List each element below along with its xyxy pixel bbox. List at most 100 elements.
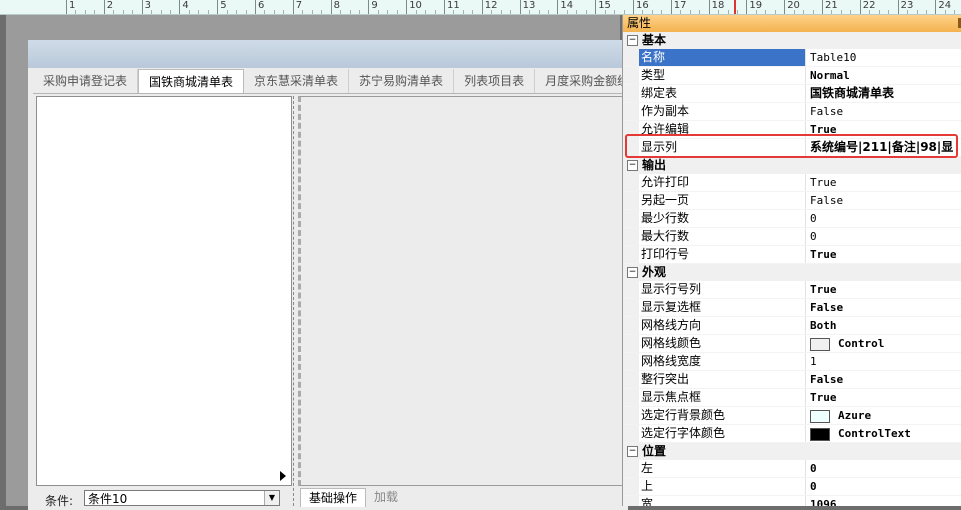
ruler-minor-tick [689, 10, 691, 14]
property-list: − 基本 名称 Table10 类型 Normal 绑定表 国铁商城清单表 作为副本 False 允… [623, 32, 961, 506]
tab-4[interactable]: 列表项目表 [454, 69, 536, 93]
row-gutter [623, 281, 639, 298]
property-row[interactable]: 最大行数 0 [623, 228, 961, 246]
category-header[interactable]: − 基本 [623, 32, 961, 49]
property-value-text: False [810, 373, 844, 386]
property-row[interactable]: 显示复选框 False [623, 299, 961, 317]
property-row[interactable]: 选定行背景颜色 Azure [623, 407, 961, 425]
property-row[interactable]: 网格线颜色 Control [623, 335, 961, 353]
property-value[interactable]: True [806, 281, 961, 298]
ruler-tick [670, 0, 672, 14]
property-value[interactable]: 1 [806, 353, 961, 370]
property-row[interactable]: 显示列 系统编号|211|备注|98|显 [623, 139, 961, 157]
ruler-tick [935, 0, 937, 14]
row-gutter [623, 299, 639, 316]
property-row[interactable]: 左0 [623, 460, 961, 478]
ruler-minor-tick [245, 10, 247, 14]
collapse-icon[interactable]: − [627, 35, 638, 46]
right-content-panel[interactable] [298, 96, 626, 486]
property-value[interactable]: False [806, 103, 961, 120]
property-value-text: True [810, 283, 837, 296]
ruler-minor-tick [453, 10, 455, 14]
ruler-minor-tick [113, 10, 115, 14]
tab-load[interactable]: 加载 [366, 488, 406, 506]
row-gutter [623, 335, 639, 352]
property-value[interactable]: False [806, 371, 961, 388]
property-value[interactable]: Azure [806, 407, 961, 424]
ruler-minor-tick [264, 10, 266, 14]
property-row[interactable]: 类型 Normal [623, 67, 961, 85]
property-value[interactable]: 系统编号|211|备注|98|显 [806, 139, 961, 156]
property-row[interactable]: 允许打印 True [623, 174, 961, 192]
tab-0[interactable]: 采购申请登记表 [33, 69, 139, 93]
property-value[interactable]: ControlText [806, 425, 961, 442]
row-gutter [623, 174, 639, 191]
tab-1[interactable]: 国铁商城清单表 [138, 69, 245, 94]
property-row[interactable]: 选定行字体颜色 ControlText [623, 425, 961, 443]
property-row[interactable]: 显示行号列 True [623, 281, 961, 299]
property-value[interactable]: 0 [806, 228, 961, 245]
ruler-minor-tick [349, 10, 351, 14]
tab-basic-ops[interactable]: 基础操作 [300, 488, 367, 507]
property-value-text: 0 [810, 480, 817, 493]
collapse-icon[interactable]: − [627, 446, 638, 457]
row-gutter [623, 228, 639, 245]
scroll-right-icon[interactable] [280, 471, 286, 481]
collapse-icon[interactable]: − [627, 267, 638, 278]
category-header[interactable]: − 输出 [623, 157, 961, 174]
property-name: 显示复选框 [639, 299, 806, 316]
ruler-minor-tick [472, 10, 474, 14]
property-row[interactable]: 另起一页 False [623, 192, 961, 210]
property-row[interactable]: 作为副本 False [623, 103, 961, 121]
property-value[interactable]: 0 [806, 460, 961, 477]
chevron-down-icon[interactable]: ▼ [264, 491, 279, 505]
property-row[interactable]: 网格线宽度 1 [623, 353, 961, 371]
left-list-panel[interactable] [36, 96, 292, 486]
property-row[interactable]: 显示焦点框 True [623, 389, 961, 407]
property-row[interactable]: 允许编辑 True [623, 121, 961, 139]
property-value[interactable]: False [806, 192, 961, 209]
ruler-minor-tick [529, 10, 531, 14]
property-row[interactable]: 最少行数 0 [623, 210, 961, 228]
property-value[interactable]: Control [806, 335, 961, 352]
property-value[interactable]: 国铁商城清单表 [806, 85, 961, 102]
property-value[interactable]: 1096 [806, 496, 961, 506]
property-value-text: ControlText [838, 427, 911, 440]
property-value[interactable]: Both [806, 317, 961, 334]
property-value[interactable]: True [806, 389, 961, 406]
property-value[interactable]: True [806, 174, 961, 191]
ruler-minor-tick [198, 10, 200, 14]
collapse-icon[interactable]: − [627, 160, 638, 171]
tab-strip: 采购申请登记表 国铁商城清单表 京东慧采清单表 苏宁易购清单表 列表项目表 月度采购金额统 [33, 69, 641, 94]
property-value[interactable]: Normal [806, 67, 961, 84]
category-header[interactable]: − 外观 [623, 264, 961, 281]
property-row[interactable]: 整行突出 False [623, 371, 961, 389]
property-row[interactable]: 宽 1096 [623, 496, 961, 506]
property-value-text: 1 [810, 355, 817, 368]
ruler-tick [141, 0, 143, 14]
property-value[interactable]: True [806, 246, 961, 263]
tab-3[interactable]: 苏宁易购清单表 [349, 69, 455, 93]
property-row[interactable]: 网格线方向 Both [623, 317, 961, 335]
row-gutter [623, 139, 639, 156]
property-value[interactable]: False [806, 299, 961, 316]
ruler-tick [897, 0, 899, 14]
ruler-minor-tick [774, 10, 776, 14]
category-header[interactable]: − 位置 [623, 443, 961, 460]
property-value-text: True [810, 248, 837, 261]
ruler-minor-tick [954, 10, 956, 14]
property-row[interactable]: 绑定表 国铁商城清单表 [623, 85, 961, 103]
ruler-minor-tick [273, 10, 275, 14]
tab-2[interactable]: 京东慧采清单表 [244, 69, 350, 93]
property-value[interactable]: 0 [806, 478, 961, 495]
ruler-minor-tick [188, 10, 190, 14]
property-value[interactable]: 0 [806, 210, 961, 227]
property-row[interactable]: 名称 Table10 [623, 49, 961, 67]
property-value[interactable]: Table10 [806, 49, 961, 66]
condition-select[interactable]: 条件10 ▼ [84, 490, 280, 506]
property-row[interactable]: 上0 [623, 478, 961, 496]
ruler-minor-tick [321, 10, 323, 14]
ruler-tick [859, 0, 861, 14]
property-row[interactable]: 打印行号 True [623, 246, 961, 264]
property-value[interactable]: True [806, 121, 961, 138]
